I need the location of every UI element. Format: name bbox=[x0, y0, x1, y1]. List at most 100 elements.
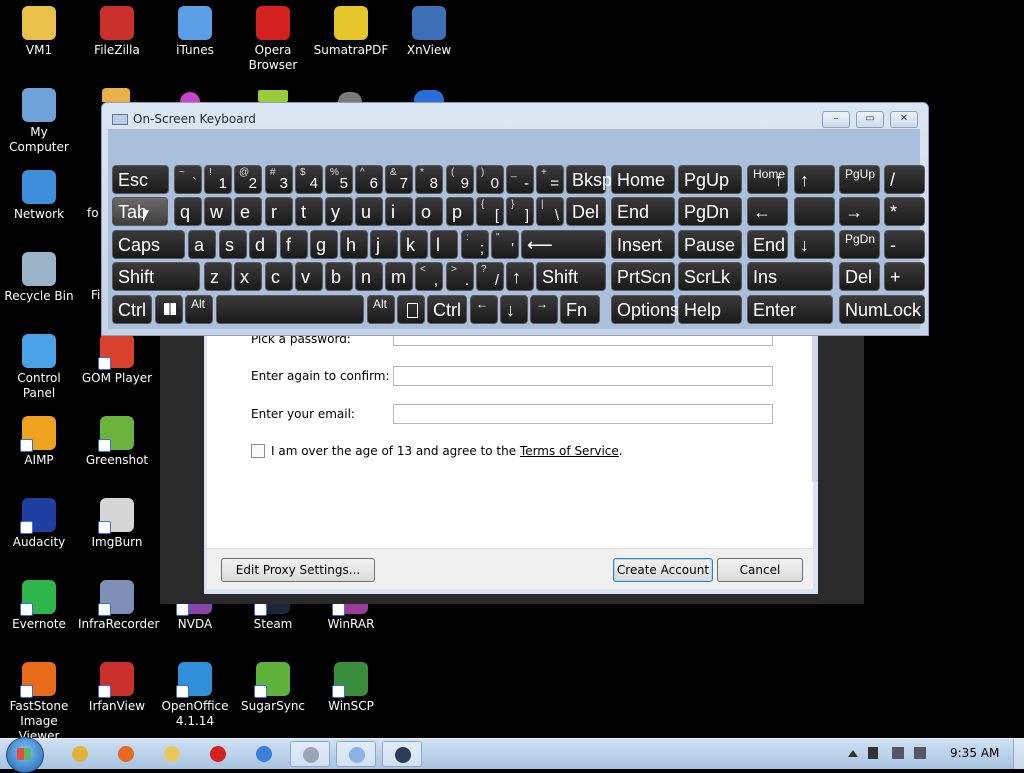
key-c[interactable]: c bbox=[265, 262, 293, 291]
key-menu[interactable] bbox=[397, 295, 425, 324]
key-symbol[interactable]: + bbox=[884, 262, 925, 291]
key-k[interactable]: k bbox=[400, 230, 428, 259]
confirm-password-field[interactable] bbox=[393, 366, 773, 386]
key-symbol[interactable]: {[ bbox=[476, 197, 504, 226]
key-symbol[interactable]: | \ bbox=[536, 197, 564, 226]
close-button[interactable]: ✕ bbox=[890, 111, 918, 128]
taskbar-button-explorer[interactable] bbox=[152, 741, 192, 767]
key-g[interactable]: g bbox=[310, 230, 338, 259]
key-shift[interactable]: Shift bbox=[536, 262, 606, 291]
key-symbol[interactable]: ↓ bbox=[500, 295, 528, 324]
desktop-icon-my-computer[interactable]: My Computer bbox=[0, 82, 78, 155]
key-w[interactable]: w bbox=[204, 197, 232, 226]
key-blank[interactable] bbox=[794, 197, 835, 226]
key-symbol[interactable]: ↑ bbox=[506, 262, 534, 291]
key-1[interactable]: ! 1 bbox=[204, 165, 232, 194]
desktop-icon-infrarecorder[interactable]: InfraRecorder bbox=[78, 574, 159, 632]
key-esc[interactable]: Esc bbox=[112, 165, 169, 194]
key-del[interactable]: Del bbox=[839, 262, 880, 291]
key-tab[interactable]: Tab bbox=[112, 197, 168, 226]
key-v[interactable]: v bbox=[295, 262, 323, 291]
terms-of-service-link[interactable]: Terms of Service bbox=[520, 444, 619, 458]
key-symbol[interactable]: " ' bbox=[491, 230, 519, 259]
key-space[interactable] bbox=[216, 295, 364, 324]
key-alt[interactable]: Alt bbox=[185, 295, 213, 324]
key-7[interactable]: & 7 bbox=[385, 165, 413, 194]
taskbar-button-accessibility[interactable] bbox=[290, 741, 330, 767]
taskbar-button-opera[interactable] bbox=[198, 741, 238, 767]
tos-checkbox[interactable] bbox=[251, 444, 265, 458]
taskbar-button-keyboard[interactable] bbox=[336, 741, 376, 767]
key-alt[interactable]: Alt bbox=[367, 295, 395, 324]
key-e[interactable]: e bbox=[234, 197, 262, 226]
key-numlock[interactable]: NumLock bbox=[839, 295, 925, 324]
key-pause[interactable]: Pause bbox=[678, 230, 742, 259]
desktop-icon-network[interactable]: Network bbox=[0, 164, 78, 222]
desktop-icon-opera-browser[interactable]: Opera Browser bbox=[234, 0, 312, 73]
key-pgup[interactable]: PgUp bbox=[678, 165, 742, 194]
key-d[interactable]: d bbox=[249, 230, 277, 259]
key-symbol[interactable]: ↑ bbox=[794, 165, 835, 194]
key-win[interactable] bbox=[155, 295, 183, 324]
key-0[interactable]: ) 0 bbox=[476, 165, 504, 194]
key-y[interactable]: y bbox=[325, 197, 353, 226]
clock[interactable]: 9:35 AM bbox=[950, 746, 999, 760]
key-pgdn[interactable]: PgDn bbox=[678, 197, 742, 226]
desktop-icon-imgburn[interactable]: ImgBurn bbox=[78, 492, 156, 550]
show-hidden-icons-icon[interactable] bbox=[848, 750, 858, 757]
key-2[interactable]: @2 bbox=[234, 165, 262, 194]
desktop-icon-evernote[interactable]: Evernote bbox=[0, 574, 78, 632]
desktop-icon-sugarsync[interactable]: SugarSync bbox=[234, 656, 312, 714]
key-m[interactable]: m bbox=[385, 262, 413, 291]
volume-muted-icon[interactable] bbox=[914, 747, 926, 759]
desktop-icon-recycle-bin[interactable]: Recycle Bin bbox=[0, 246, 78, 304]
key-symbol[interactable]: _ - bbox=[506, 165, 534, 194]
key-options[interactable]: Options bbox=[611, 295, 679, 324]
key-a[interactable]: a bbox=[188, 230, 216, 259]
key-symbol[interactable]: * bbox=[884, 197, 925, 226]
key-symbol[interactable]: → bbox=[839, 197, 880, 226]
key-ctrl[interactable]: Ctrl bbox=[112, 295, 152, 324]
action-center-flag-icon[interactable] bbox=[868, 747, 878, 759]
desktop-icon-audacity[interactable]: Audacity bbox=[0, 492, 78, 550]
desktop-icon-gom-player[interactable]: GOM Player bbox=[78, 328, 156, 386]
key-symbol[interactable]: ⟵ bbox=[521, 230, 606, 259]
edit-proxy-settings-button[interactable]: Edit Proxy Settings... bbox=[221, 558, 375, 582]
desktop-icon-greenshot[interactable]: Greenshot bbox=[78, 410, 156, 468]
restore-button[interactable]: ▭ bbox=[856, 111, 884, 128]
key-ctrl[interactable]: Ctrl bbox=[427, 295, 467, 324]
key-q[interactable]: q bbox=[174, 197, 202, 226]
desktop-icon-openoffice-4-1-14[interactable]: OpenOffice 4.1.14 bbox=[156, 656, 234, 729]
key-s[interactable]: s bbox=[219, 230, 247, 259]
desktop-icon-control-panel[interactable]: Control Panel bbox=[0, 328, 78, 401]
key-symbol[interactable]: + = bbox=[536, 165, 564, 194]
key-pgdn[interactable]: PgDn bbox=[839, 230, 880, 259]
key-symbol[interactable]: ~ ` bbox=[174, 165, 202, 194]
key-pgup[interactable]: PgUp bbox=[839, 165, 880, 194]
key-symbol[interactable]: ← bbox=[470, 295, 498, 324]
network-tray-icon[interactable] bbox=[892, 747, 904, 759]
key-3[interactable]: #3 bbox=[265, 165, 293, 194]
key-n[interactable]: n bbox=[355, 262, 383, 291]
key-o[interactable]: o bbox=[415, 197, 443, 226]
key-enter[interactable]: Enter bbox=[747, 295, 833, 324]
key-9[interactable]: (9 bbox=[446, 165, 474, 194]
key-home[interactable]: Home bbox=[611, 165, 675, 194]
key-symbol[interactable]: ↓ bbox=[794, 230, 835, 259]
key-del[interactable]: Del bbox=[566, 197, 606, 226]
key-end[interactable]: End bbox=[747, 230, 788, 259]
key-help[interactable]: Help bbox=[678, 295, 742, 324]
key-f[interactable]: f bbox=[280, 230, 308, 259]
taskbar-button-steam[interactable] bbox=[382, 741, 422, 767]
key-symbol[interactable]: }] bbox=[506, 197, 534, 226]
key-symbol[interactable]: - bbox=[884, 230, 925, 259]
desktop-icon-winscp[interactable]: WinSCP bbox=[312, 656, 390, 714]
desktop-icon-aimp[interactable]: AIMP bbox=[0, 410, 78, 468]
key-6[interactable]: ^ 6 bbox=[355, 165, 383, 194]
show-desktop-button[interactable] bbox=[1013, 739, 1024, 769]
key-p[interactable]: p bbox=[446, 197, 474, 226]
key-shift[interactable]: Shift bbox=[112, 262, 200, 291]
desktop-icon-vm1[interactable]: VM1 bbox=[0, 0, 78, 58]
email-field[interactable] bbox=[393, 404, 773, 424]
key-h[interactable]: h bbox=[340, 230, 368, 259]
